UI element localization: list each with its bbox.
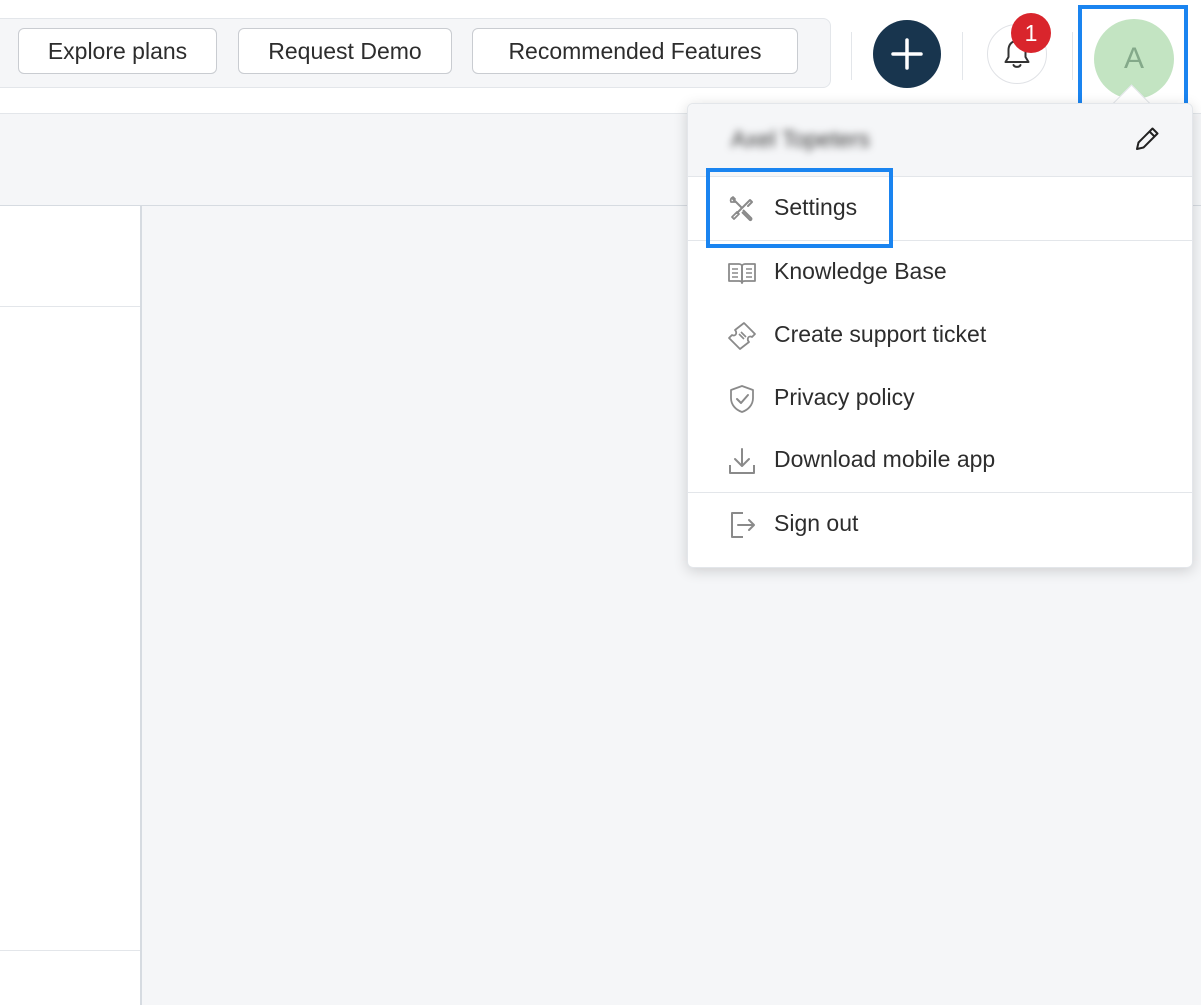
pencil-icon [1136, 127, 1159, 150]
ticket-icon [728, 322, 756, 350]
shield-check-icon [730, 385, 754, 413]
menu-item-knowledge-base[interactable]: Knowledge Base [688, 241, 1192, 303]
menu-item-label: Knowledge Base [774, 258, 947, 284]
menu-item-create-support-ticket[interactable]: Create support ticket [688, 304, 1192, 366]
menu-item-sign-out[interactable]: Sign out [688, 493, 1192, 555]
request-demo-button[interactable]: Request Demo [238, 28, 452, 74]
edit-profile-button[interactable] [1131, 123, 1163, 155]
download-icon [729, 448, 755, 474]
settings-highlight-box [706, 168, 893, 248]
sign-out-icon [731, 512, 755, 538]
add-new-button[interactable] [873, 20, 941, 88]
menu-item-download-mobile-app[interactable]: Download mobile app [688, 429, 1192, 491]
book-icon [728, 263, 756, 284]
menu-item-label: Download mobile app [774, 446, 996, 472]
explore-plans-button[interactable]: Explore plans [18, 28, 217, 74]
menu-item-label: Privacy policy [774, 384, 915, 410]
menu-item-label: Sign out [774, 510, 859, 536]
notification-count-badge: 1 [1011, 13, 1051, 53]
divider [0, 950, 140, 951]
menu-user-header: Axel Topeters [688, 104, 1192, 177]
divider [0, 306, 140, 307]
left-panel [0, 206, 142, 1005]
divider [1072, 32, 1073, 80]
menu-item-label: Create support ticket [774, 321, 987, 347]
top-header: Explore plans Request Demo Recommended F… [0, 0, 1201, 114]
menu-item-privacy-policy[interactable]: Privacy policy [688, 367, 1192, 429]
user-name: Axel Topeters [731, 126, 870, 152]
divider [851, 32, 852, 80]
plus-icon [891, 38, 923, 70]
divider [962, 32, 963, 80]
recommended-features-button[interactable]: Recommended Features [472, 28, 798, 74]
